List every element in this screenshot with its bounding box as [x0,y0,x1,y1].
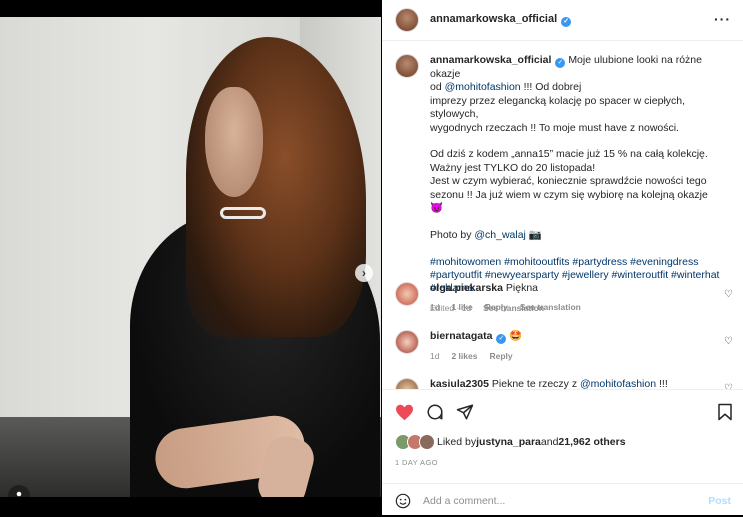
comment-item: biernatagata ✓ 🤩 1d 2 likes Reply [395,330,720,363]
commenter-username[interactable]: olga.piekarska [430,282,503,294]
commenter-username[interactable]: kasiula2305 [430,378,489,389]
post-sidebar: annamarkowska_official ✓ ··· annamarkowsk… [382,0,743,515]
comment-item: kasiula2305 Piekne te rzeczy z @mohitofa… [395,378,720,389]
comment-item: olga.piekarska Piękna 1d 1 like Reply See t… [395,282,720,315]
share-icon[interactable] [456,403,474,421]
action-bar: Liked by justyna_para and 21,962 others … [382,389,743,516]
caption-text: !!! Od dobrej [520,81,582,94]
comment-time: 1d [430,351,440,361]
reply-button[interactable]: Reply [485,302,508,312]
likes-middle: and [540,436,559,448]
emoji-icon[interactable] [395,493,411,509]
comment-text: Piekne te rzeczy z [491,378,581,389]
post-comment-button[interactable]: Post [708,495,731,507]
comment-time: 1d [430,302,440,313]
verified-badge-icon: ✓ [561,17,572,27]
add-comment-bar: Add a comment... Post [382,483,743,517]
caption-text: wygodnych rzeczach !! To moje must have … [430,121,680,134]
comment-likes[interactable]: 2 likes [451,351,477,361]
caption-text: od [430,81,445,94]
brand-mention-link[interactable]: @mohitofashion [445,81,521,93]
commenter-avatar[interactable] [395,378,419,389]
comment-text: !!! [656,378,668,389]
comment-input[interactable]: Add a comment... [423,495,708,507]
reply-button[interactable]: Reply [489,351,512,361]
likes-count[interactable]: 21,962 others [558,436,625,448]
hashtags-line[interactable]: #partyoutfit #newyearsparty #jewellery #… [430,269,720,282]
caption-text: Photo by [430,228,475,241]
caption-text: sezonu !! Ja już wiem w czym się wybiorę… [430,188,708,201]
bookmark-icon[interactable] [717,403,733,421]
comment-text: Piękna [505,282,538,294]
post-photo[interactable]: › [0,17,381,497]
post-header: annamarkowska_official ✓ ··· [382,0,743,41]
photographer-mention-link[interactable]: @ch_walaj [474,229,526,241]
like-heart-icon[interactable] [395,404,414,421]
post-date: 1 DAY AGO [395,458,438,467]
commenter-username[interactable]: biernatagata [430,330,492,342]
photo-face [205,87,263,197]
comment-icon[interactable] [426,403,444,421]
caption-text: Ważny jest TYLKO do 20 listopada! [430,161,596,174]
comment-like-icon[interactable]: ♡ [724,289,733,300]
post-modal: › annamarkowska_official ✓ ··· annamarkow… [0,0,743,515]
author-avatar[interactable] [395,8,419,32]
brand-mention-link[interactable]: @mohitofashion [580,378,656,389]
liker-username[interactable]: justyna_para [476,436,541,448]
caption-text: imprezy przez elegancką kolację po space… [430,94,686,121]
devil-emoji: 😈 [430,202,444,215]
comment-likes[interactable]: 1 like [451,302,472,312]
hashtags-line[interactable]: #mohitowomen #mohitooutfits #partydress … [430,256,720,269]
author-username[interactable]: annamarkowska_official ✓ [430,13,572,27]
comment-text: 🤩 [509,330,523,342]
commenter-avatar[interactable] [395,330,419,354]
verified-badge-icon: ✓ [555,58,566,68]
more-options-icon[interactable]: ··· [714,11,731,27]
commenter-avatar[interactable] [395,282,419,306]
see-translation-link[interactable]: See translation [520,302,581,312]
caption: annamarkowska_official ✓ Moje ulubione lo… [395,54,720,315]
caption-text: Jest w czym wybierać, koniecznie sprawdź… [430,175,707,188]
next-photo-button[interactable]: › [355,264,373,282]
likes-prefix: Liked by [437,436,477,448]
comments-list[interactable]: annamarkowska_official ✓ Moje ulubione lo… [382,41,743,389]
caption-username[interactable]: annamarkowska_official [430,54,551,66]
likes-summary[interactable]: Liked by justyna_para and 21,962 others [395,434,626,450]
comment-like-icon[interactable]: ♡ [724,336,733,347]
photo-necklace [220,207,266,219]
camera-emoji: 📷 [528,228,542,241]
verified-badge-icon: ✓ [496,334,507,344]
likers-avatars [395,434,435,450]
caption-avatar[interactable] [395,54,419,78]
caption-text: Od dziś z kodem „anna15” macie już 15 % … [430,148,708,161]
